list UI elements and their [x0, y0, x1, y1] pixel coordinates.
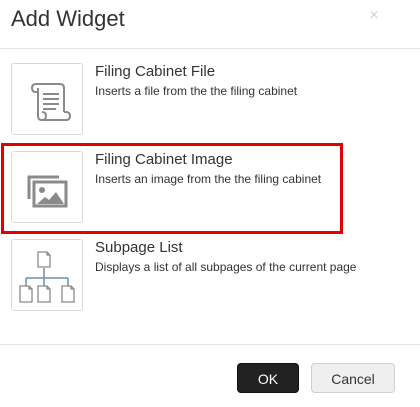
scroll-document-icon — [30, 83, 72, 121]
widget-option-subpage-list[interactable]: Subpage List Displays a list of all subp… — [0, 233, 420, 317]
widget-description: Inserts a file from the the filing cabin… — [95, 84, 298, 98]
dialog-title: Add Widget — [11, 6, 125, 31]
widget-name: Filing Cabinet File — [95, 63, 216, 80]
widget-description: Displays a list of all subpages of the c… — [95, 260, 357, 274]
widget-thumbnail[interactable] — [11, 151, 83, 223]
widget-option-filing-cabinet-image[interactable]: Filing Cabinet Image Inserts an image fr… — [0, 145, 420, 229]
ok-button[interactable]: OK — [237, 363, 299, 393]
add-widget-dialog: Add Widget × Filing Cabinet File Inserts… — [0, 0, 420, 407]
image-gallery-icon — [27, 175, 68, 208]
dialog-footer: OK Cancel — [0, 344, 420, 407]
widget-option-filing-cabinet-file[interactable]: Filing Cabinet File Inserts a file from … — [0, 57, 420, 141]
widget-name: Subpage List — [95, 239, 183, 256]
widget-description: Inserts an image from the the filing cab… — [95, 172, 322, 186]
cancel-button[interactable]: Cancel — [311, 363, 395, 393]
close-icon[interactable]: × — [367, 6, 381, 26]
widget-thumbnail[interactable] — [11, 63, 83, 135]
page-tree-icon — [19, 251, 75, 303]
dialog-header: Add Widget × — [0, 0, 420, 49]
widget-name: Filing Cabinet Image — [95, 151, 233, 168]
widget-thumbnail[interactable] — [11, 239, 83, 311]
